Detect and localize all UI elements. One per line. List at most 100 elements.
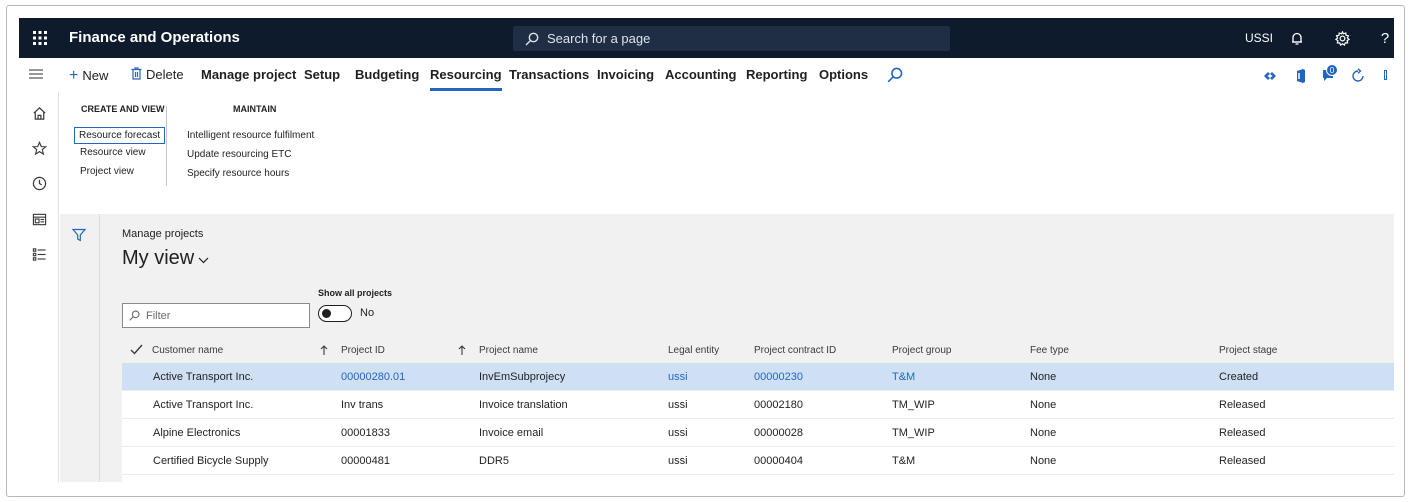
select-all-check-icon[interactable] [130,344,143,355]
projects-grid: Customer name Project ID Project name Le… [122,338,1394,482]
refresh-icon[interactable] [1350,68,1366,84]
recent-clock-icon[interactable] [30,174,48,192]
column-header-project-stage[interactable]: Project stage [1219,345,1277,356]
cell-project-contract-id: 00002180 [754,399,803,411]
cell-project-stage: Released [1219,399,1266,411]
tab-invoicing[interactable]: Invoicing [597,67,654,82]
plus-icon: + [69,67,79,84]
tab-manage-project[interactable]: Manage project [201,67,296,82]
show-all-projects-toggle[interactable] [318,305,352,322]
table-row[interactable]: Active Transport Inc. 00000280.01 InvEmS… [122,363,1394,391]
new-button[interactable]: + New [69,67,108,85]
company-picker[interactable]: USSI [1245,31,1273,45]
top-navigation-bar: Finance and Operations Search for a page… [19,18,1394,58]
notification-badge: 0 [1326,64,1338,76]
view-name: My view [122,247,195,269]
cell-customer-name: Certified Bicycle Supply [153,455,269,467]
tab-transactions[interactable]: Transactions [509,67,589,82]
power-apps-icon[interactable] [1262,68,1278,84]
show-all-projects-label: Show all projects [318,288,393,298]
office-icon[interactable] [1293,68,1309,84]
app-canvas: Finance and Operations Search for a page… [19,18,1394,482]
cell-project-group: TM_WIP [892,399,935,411]
delete-button[interactable]: Delete [131,67,184,82]
view-selector[interactable]: My view [122,247,209,270]
tab-accounting[interactable]: Accounting [665,67,737,82]
specify-resource-hours-button[interactable]: Specify resource hours [187,168,289,179]
column-header-customer-name[interactable]: Customer name [152,345,223,356]
tab-resourcing[interactable]: Resourcing [430,67,502,91]
resource-view-button[interactable]: Resource view [80,147,146,158]
resource-forecast-button[interactable]: Resource forecast [73,127,166,144]
column-header-fee-type[interactable]: Fee type [1030,345,1069,356]
column-header-project-contract-id[interactable]: Project contract ID [754,345,836,356]
table-row[interactable]: Active Transport Inc. Inv trans Invoice … [122,391,1394,419]
tab-budgeting[interactable]: Budgeting [355,67,419,82]
table-row[interactable]: Alpine Electronics 00001833 Invoice emai… [122,419,1394,447]
tab-options[interactable]: Options [819,67,868,82]
help-icon[interactable]: ? [1376,29,1394,47]
search-placeholder: Search for a page [547,31,651,46]
cell-customer-name: Alpine Electronics [153,427,241,439]
home-icon[interactable] [30,104,48,122]
group-divider [166,106,167,186]
search-icon [129,310,140,321]
app-launcher-icon[interactable] [19,18,61,58]
open-in-new-icon[interactable] [1384,70,1387,80]
filter-funnel-icon[interactable] [72,228,86,242]
update-resourcing-etc-button[interactable]: Update resourcing ETC [187,149,292,160]
cell-project-group: T&M [892,455,916,467]
grid-filter-input[interactable]: Filter [122,303,310,328]
cell-project-id: 00001833 [341,427,390,439]
cell-legal-entity-link[interactable]: ussi [668,371,688,383]
cell-legal-entity: ussi [668,427,688,439]
cell-project-contract-id: 00000404 [754,455,803,467]
favorites-star-icon[interactable] [30,139,48,157]
action-pane: + New Delete Manage project Setup Budgeti… [19,58,1394,92]
cell-project-id: 00000481 [341,455,390,467]
cell-project-stage: Released [1219,455,1266,467]
column-header-legal-entity[interactable]: Legal entity [668,345,719,356]
cell-fee-type: None [1030,399,1057,411]
tab-setup[interactable]: Setup [304,67,340,82]
chevron-down-icon [198,257,209,264]
cell-project-name: DDR5 [479,455,509,467]
cell-fee-type: None [1030,427,1057,439]
project-view-button[interactable]: Project view [80,166,134,177]
workspaces-icon[interactable] [30,210,48,228]
cell-project-name: InvEmSubprojecy [479,371,566,383]
cell-project-contract-id-link[interactable]: 00000230 [754,371,803,383]
filter-placeholder: Filter [146,309,171,322]
column-header-project-group[interactable]: Project group [892,345,951,356]
show-all-projects-value: No [360,307,375,319]
intelligent-resource-fulfilment-button[interactable]: Intelligent resource fulfilment [187,130,314,141]
new-button-label: New [82,68,109,83]
action-search-icon[interactable] [887,67,903,83]
resourcing-ribbon-flyout: CREATE AND VIEW Resource forecast Resour… [60,92,1394,214]
grid-header-row: Customer name Project ID Project name Le… [122,338,1394,363]
list-page-content: Manage projects My view Filter Show all … [60,214,1394,482]
tab-reporting[interactable]: Reporting [746,67,807,82]
cell-project-group-link[interactable]: T&M [892,371,915,383]
filter-pane-column [60,214,100,482]
gear-icon[interactable] [1333,29,1351,47]
cell-legal-entity: ussi [668,399,688,411]
cell-project-name: Invoice email [479,427,544,439]
table-row[interactable]: Certified Bicycle Supply 00000481 DDR5 u… [122,447,1394,475]
page-caption: Manage projects [122,228,204,240]
cell-fee-type: None [1030,455,1057,467]
cell-project-id-link[interactable]: 00000280.01 [341,371,405,383]
cell-project-name: Invoice translation [479,399,568,411]
group-header-maintain: MAINTAIN [233,104,277,114]
hamburger-menu-icon[interactable] [27,68,45,80]
column-header-project-name[interactable]: Project name [479,345,538,356]
app-title[interactable]: Finance and Operations [69,29,240,46]
cell-project-id: Inv trans [341,399,384,411]
messages-button[interactable]: 0 [1321,64,1341,84]
modules-list-icon[interactable] [30,245,48,263]
delete-button-label: Delete [146,67,184,82]
trash-icon [131,67,142,80]
column-header-project-id[interactable]: Project ID [341,345,385,356]
bell-icon[interactable] [1288,29,1306,47]
global-search-input[interactable]: Search for a page [513,26,950,51]
